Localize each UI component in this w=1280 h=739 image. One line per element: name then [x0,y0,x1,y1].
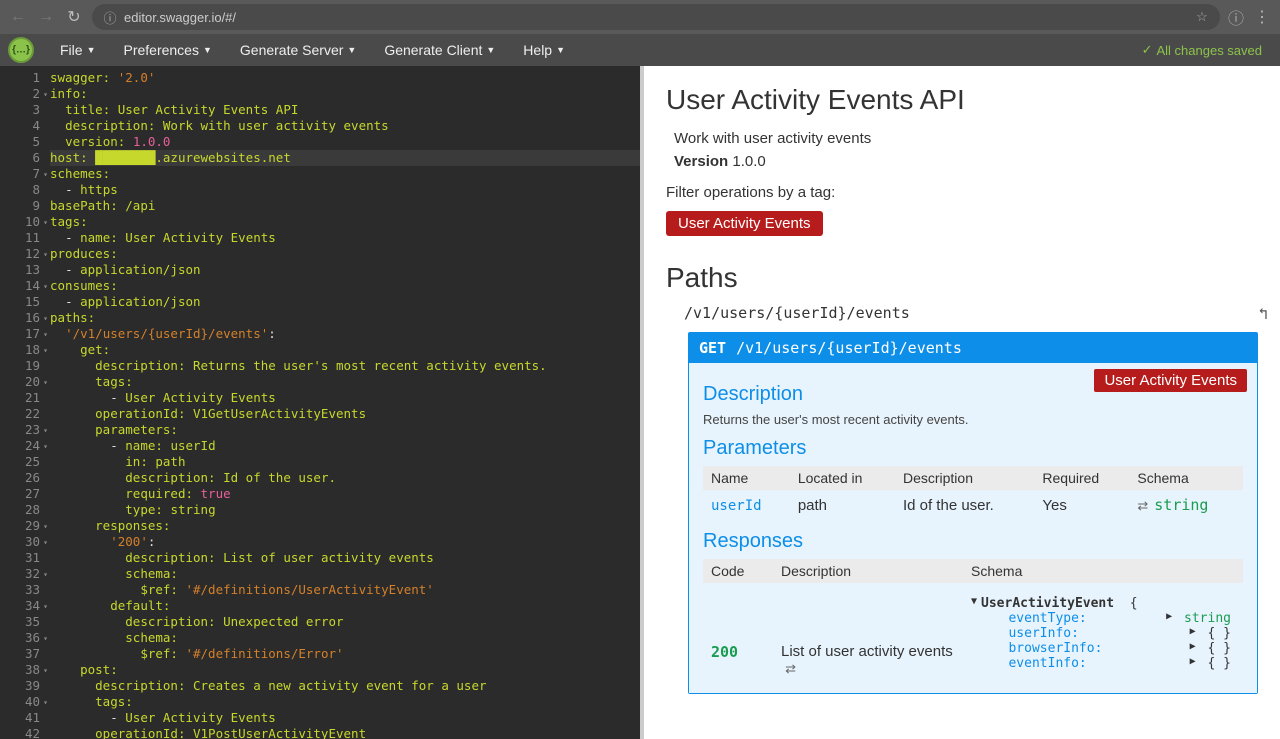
api-preview-panel: User Activity Events API Work with user … [640,66,1280,739]
back-button[interactable]: ← [8,7,28,27]
table-row: userId path Id of the user. Yes ⇄string [703,490,1243,520]
responses-table: Code Description Schema 200 List of user… [703,559,1243,683]
help-icon[interactable]: ⓘ [1228,9,1244,25]
swap-icon[interactable]: ⇄ [785,661,796,676]
reload-button[interactable]: ↻ [64,7,84,27]
menu-help[interactable]: Help▼ [509,34,579,66]
menu-file[interactable]: File▼ [46,34,109,66]
parameters-table: Name Located in Description Required Sch… [703,466,1243,520]
operation-path: /v1/users/{userId}/events [736,339,962,357]
check-icon: ✓ [1142,42,1153,58]
browser-menu-icon[interactable]: ⋮ [1252,7,1272,27]
table-header-row: Code Description Schema [703,559,1243,583]
menu-generate-client[interactable]: Generate Client▼ [370,34,509,66]
menu-generate-server[interactable]: Generate Server▼ [226,34,370,66]
api-description: Work with user activity events [666,130,1258,147]
filter-label: Filter operations by a tag: [666,184,1258,201]
forward-button[interactable]: → [36,7,56,27]
browser-address-bar: ← → ↻ ⓘ editor.swagger.io/#/ ☆ ⓘ ⋮ [0,0,1280,34]
schema-tree[interactable]: ▼UserActivityEvent { eventType:▶ string … [971,596,1235,671]
path-item[interactable]: /v1/users/{userId}/events ↰ [684,304,1258,322]
param-name[interactable]: userId [711,498,762,514]
app-menu-bar: File▼ Preferences▼ Generate Server▼ Gene… [0,34,1280,66]
tag-filter-user-activity-events[interactable]: User Activity Events [666,211,823,236]
responses-heading: Responses [703,530,1243,553]
save-status: ✓ All changes saved [1142,42,1272,58]
collapse-path-icon[interactable]: ↰ [1258,304,1268,323]
response-code: 200 [711,643,738,661]
swagger-logo-icon [8,37,34,63]
table-header-row: Name Located in Description Required Sch… [703,466,1243,490]
parameters-heading: Parameters [703,437,1243,460]
bookmark-star-icon[interactable]: ☆ [1194,9,1210,25]
operation-description: Returns the user's most recent activity … [703,412,1243,427]
editor-gutter: 12▾34567▾8910▾1112▾1314▾1516▾17▾18▾1920▾… [0,66,50,739]
operation-header[interactable]: GET /v1/users/{userId}/events [689,333,1257,363]
operation-method: GET [699,339,726,357]
url-input[interactable]: ⓘ editor.swagger.io/#/ ☆ [92,4,1220,30]
yaml-editor[interactable]: 12▾34567▾8910▾1112▾1314▾1516▾17▾18▾1920▾… [0,66,640,739]
menu-preferences[interactable]: Preferences▼ [109,34,225,66]
paths-heading: Paths [666,262,1258,294]
swap-icon[interactable]: ⇄ [1137,498,1148,513]
api-version: Version 1.0.0 [674,153,1258,170]
url-text: editor.swagger.io/#/ [124,10,1188,25]
operation-tag[interactable]: User Activity Events [1094,369,1247,392]
triangle-down-icon[interactable]: ▼ [971,596,977,611]
editor-code[interactable]: swagger: '2.0'info: title: User Activity… [50,66,640,739]
table-row: 200 List of user activity events ⇄ ▼User… [703,583,1243,683]
api-title: User Activity Events API [666,84,1258,116]
site-info-icon[interactable]: ⓘ [102,9,118,25]
operation-get: GET /v1/users/{userId}/events User Activ… [688,332,1258,694]
